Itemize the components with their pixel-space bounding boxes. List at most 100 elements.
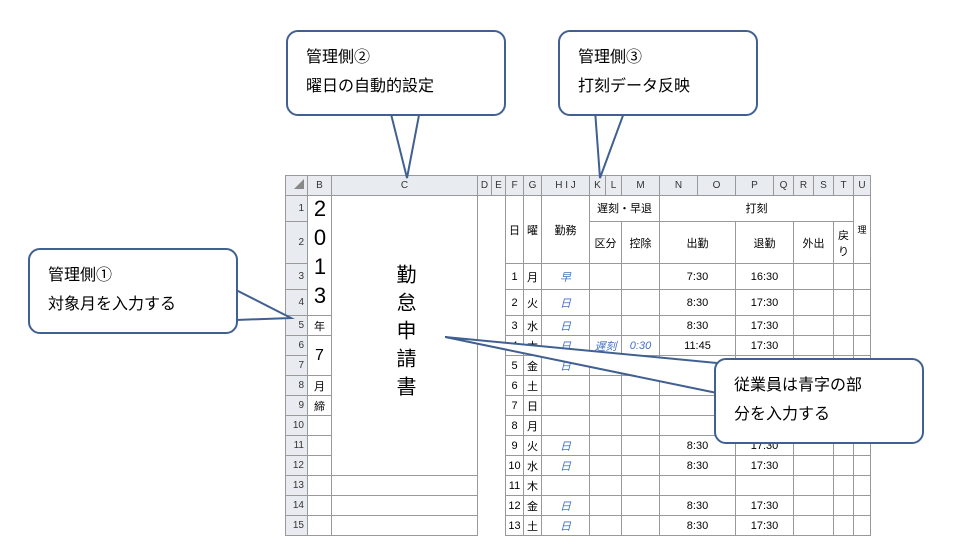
col-n[interactable]: N: [660, 176, 698, 196]
callout-body: 曜日の自動的設定: [306, 73, 486, 102]
hdr-category[interactable]: 区分: [590, 221, 622, 264]
year-label[interactable]: 年: [308, 316, 332, 336]
table-row: 1 2013 勤怠申請書 日 曜 勤務 遅刻・早退 打刻 理: [286, 196, 871, 222]
row-num[interactable]: 9: [286, 396, 308, 416]
cell-day[interactable]: 11: [506, 476, 524, 496]
corner-cell[interactable]: [286, 176, 308, 196]
hdr-gone[interactable]: 外出: [794, 221, 834, 264]
cell-work[interactable]: 早: [542, 264, 590, 290]
hdr-late-group[interactable]: 遅刻・早退: [590, 196, 660, 222]
col-o[interactable]: O: [698, 176, 736, 196]
callout-title: 管理側②: [306, 44, 486, 73]
cell-dow[interactable]: 日: [524, 396, 542, 416]
col-f[interactable]: F: [506, 176, 524, 196]
hdr-dow[interactable]: 曜: [524, 196, 542, 264]
col-t[interactable]: T: [834, 176, 854, 196]
row-num[interactable]: 14: [286, 496, 308, 516]
month-cell[interactable]: 7: [308, 336, 332, 376]
col-q[interactable]: Q: [774, 176, 794, 196]
hdr-work[interactable]: 勤務: [542, 196, 590, 264]
cell-out[interactable]: 16:30: [736, 264, 794, 290]
cell-in[interactable]: 8:30: [660, 496, 736, 516]
callout-title: 管理側①: [48, 262, 218, 291]
row-num[interactable]: 2: [286, 221, 308, 264]
cell-day[interactable]: 1: [506, 264, 524, 290]
cell-cat[interactable]: [590, 264, 622, 290]
cell-dow[interactable]: 金: [524, 496, 542, 516]
cell-day[interactable]: 10: [506, 456, 524, 476]
cell-in[interactable]: 8:30: [660, 290, 736, 316]
cell-out[interactable]: 17:30: [736, 456, 794, 476]
row-num[interactable]: 1: [286, 196, 308, 222]
col-e[interactable]: E: [492, 176, 506, 196]
col-r[interactable]: R: [794, 176, 814, 196]
cell-day[interactable]: 7: [506, 396, 524, 416]
row-num[interactable]: 7: [286, 356, 308, 376]
col-s[interactable]: S: [814, 176, 834, 196]
year-cell[interactable]: 2013: [308, 196, 332, 316]
cell-day[interactable]: 9: [506, 436, 524, 456]
col-b[interactable]: B: [308, 176, 332, 196]
row-num[interactable]: 8: [286, 376, 308, 396]
callout-admin-3: 管理側③ 打刻データ反映: [558, 30, 758, 116]
callout-body: 対象月を入力する: [48, 291, 218, 320]
cell-in[interactable]: 8:30: [660, 516, 736, 536]
cell-out[interactable]: 17:30: [736, 336, 794, 356]
cell-work[interactable]: 日: [542, 456, 590, 476]
cell-in[interactable]: 8:30: [660, 316, 736, 336]
close-label[interactable]: 締: [308, 396, 332, 416]
cell-day[interactable]: 8: [506, 416, 524, 436]
hdr-back[interactable]: 戻り: [834, 221, 854, 264]
callout-employee: 従業員は青字の部 分を入力する: [714, 358, 924, 444]
hdr-out[interactable]: 退勤: [736, 221, 794, 264]
cell-in[interactable]: 7:30: [660, 264, 736, 290]
cell-day[interactable]: 13: [506, 516, 524, 536]
row-num[interactable]: 11: [286, 436, 308, 456]
cell-out[interactable]: 17:30: [736, 316, 794, 336]
col-g[interactable]: G: [524, 176, 542, 196]
cell-dow[interactable]: 土: [524, 516, 542, 536]
cell-out[interactable]: 17:30: [736, 290, 794, 316]
row-num[interactable]: 12: [286, 456, 308, 476]
col-u[interactable]: U: [854, 176, 871, 196]
callout-tail-1: [236, 290, 296, 340]
col-p[interactable]: P: [736, 176, 774, 196]
callout-title: 従業員は青字の部: [734, 372, 904, 401]
hdr-deduct[interactable]: 控除: [622, 221, 660, 264]
row-num[interactable]: 13: [286, 476, 308, 496]
callout-admin-2: 管理側② 曜日の自動的設定: [286, 30, 506, 116]
cell-work[interactable]: 日: [542, 290, 590, 316]
col-d[interactable]: D: [478, 176, 492, 196]
cell-work[interactable]: 日: [542, 516, 590, 536]
hdr-in[interactable]: 出勤: [660, 221, 736, 264]
cell-day[interactable]: 2: [506, 290, 524, 316]
hdr-last[interactable]: 理: [854, 196, 871, 264]
cell-out[interactable]: 17:30: [736, 496, 794, 516]
cell-out[interactable]: 17:30: [736, 516, 794, 536]
callout-tail-3: [590, 110, 630, 180]
row-num[interactable]: 15: [286, 516, 308, 536]
cell-work[interactable]: 日: [542, 496, 590, 516]
cell-in[interactable]: 8:30: [660, 456, 736, 476]
cell-dow[interactable]: 火: [524, 436, 542, 456]
cell-day[interactable]: 12: [506, 496, 524, 516]
cell-dow[interactable]: 月: [524, 264, 542, 290]
hdr-clock-group[interactable]: 打刻: [660, 196, 854, 222]
col-hij[interactable]: H I J: [542, 176, 590, 196]
callout-body: 分を入力する: [734, 401, 904, 430]
hdr-day[interactable]: 日: [506, 196, 524, 264]
month-label[interactable]: 月: [308, 376, 332, 396]
table-row: 14 12 金 日 8:30 17:30: [286, 496, 871, 516]
cell-dow[interactable]: 水: [524, 456, 542, 476]
cell-dow[interactable]: 火: [524, 290, 542, 316]
cell-work[interactable]: 日: [542, 316, 590, 336]
row-num[interactable]: 3: [286, 264, 308, 290]
cell-dow[interactable]: 木: [524, 476, 542, 496]
cell-dow[interactable]: 月: [524, 416, 542, 436]
cell-ded[interactable]: [622, 264, 660, 290]
cell-work[interactable]: 日: [542, 436, 590, 456]
cell-day[interactable]: 3: [506, 316, 524, 336]
cell-dow[interactable]: 水: [524, 316, 542, 336]
callout-tail-2: [385, 110, 425, 180]
row-num[interactable]: 10: [286, 416, 308, 436]
